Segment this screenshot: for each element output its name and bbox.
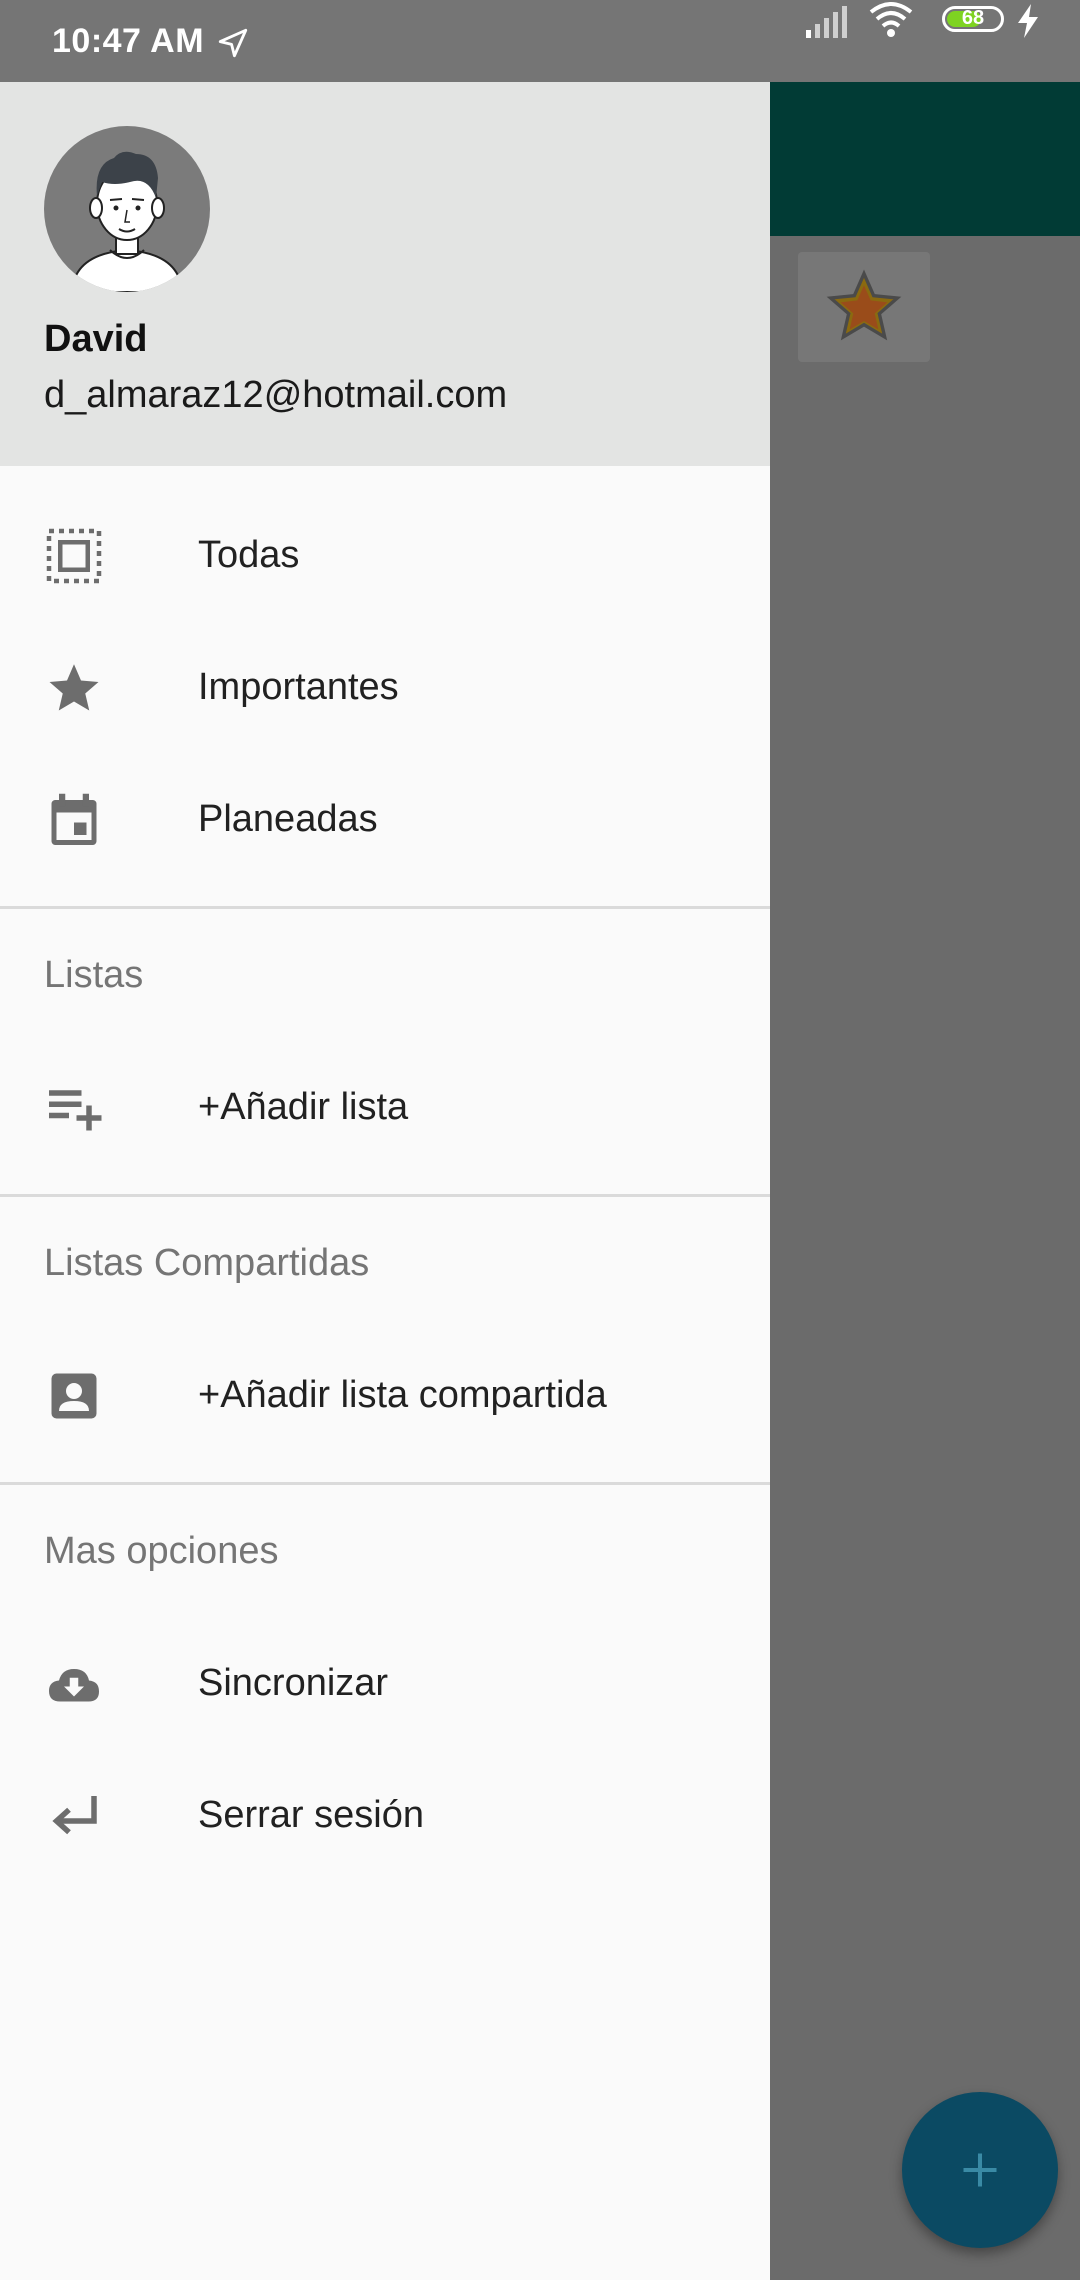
drawer-item-label: Sincronizar	[198, 1662, 389, 1704]
drawer-item-planeadas[interactable]: Planeadas	[0, 754, 770, 886]
battery-indicator: 68	[942, 6, 1004, 32]
drawer-item-logout[interactable]: Serrar sesión	[0, 1750, 770, 1882]
drawer-item-label: Importantes	[198, 666, 399, 708]
section-title-listas: Listas	[44, 954, 144, 996]
status-time: 10:47 AM	[52, 22, 205, 60]
logout-arrow-icon	[52, 1796, 97, 1835]
cloud-download-icon	[49, 1669, 99, 1702]
section-title-listas-compartidas: Listas Compartidas	[44, 1242, 370, 1284]
plus-icon	[963, 2153, 997, 2187]
star-icon	[826, 269, 902, 341]
star-icon	[49, 664, 99, 711]
drawer-divider	[0, 906, 770, 909]
drawer-item-importantes[interactable]: Importantes	[0, 622, 770, 754]
drawer-divider	[0, 1194, 770, 1197]
drawer-header: David d_almaraz12@hotmail.com	[0, 82, 770, 466]
user-email: d_almaraz12@hotmail.com	[44, 374, 508, 416]
avatar[interactable]	[44, 126, 210, 292]
user-avatar-illustration	[70, 151, 184, 292]
drawer-item-add-list[interactable]: +Añadir lista	[0, 1042, 770, 1174]
drawer-item-todas[interactable]: Todas	[0, 490, 770, 622]
drawer-item-sincronizar[interactable]: Sincronizar	[0, 1618, 770, 1750]
drawer-item-label: Planeadas	[198, 798, 378, 840]
status-bar: 10:47 AM 68	[0, 0, 1080, 82]
drawer-item-label: Serrar sesión	[198, 1794, 424, 1836]
charging-bolt-icon	[1018, 4, 1038, 38]
add-task-fab[interactable]	[902, 2092, 1058, 2248]
playlist-add-icon	[49, 1090, 102, 1131]
wifi-icon	[869, 2, 913, 37]
drawer-item-label: Todas	[198, 534, 300, 576]
all-lists-icon	[46, 528, 102, 584]
drawer-divider	[0, 1482, 770, 1485]
contact-card-icon	[51, 1373, 97, 1419]
background-star-card	[798, 252, 930, 362]
battery-level: 68	[961, 7, 985, 29]
navigation-arrow-icon	[218, 28, 248, 58]
drawer-item-label: +Añadir lista	[198, 1086, 409, 1128]
drawer-item-add-shared-list[interactable]: +Añadir lista compartida	[0, 1330, 770, 1462]
navigation-drawer: David d_almaraz12@hotmail.com Todas Impo…	[0, 82, 770, 2280]
drawer-item-label: +Añadir lista compartida	[198, 1374, 607, 1416]
signal-icon	[806, 6, 847, 38]
calendar-icon	[51, 793, 97, 845]
user-name: David	[44, 318, 148, 360]
section-title-mas-opciones: Mas opciones	[44, 1530, 279, 1572]
